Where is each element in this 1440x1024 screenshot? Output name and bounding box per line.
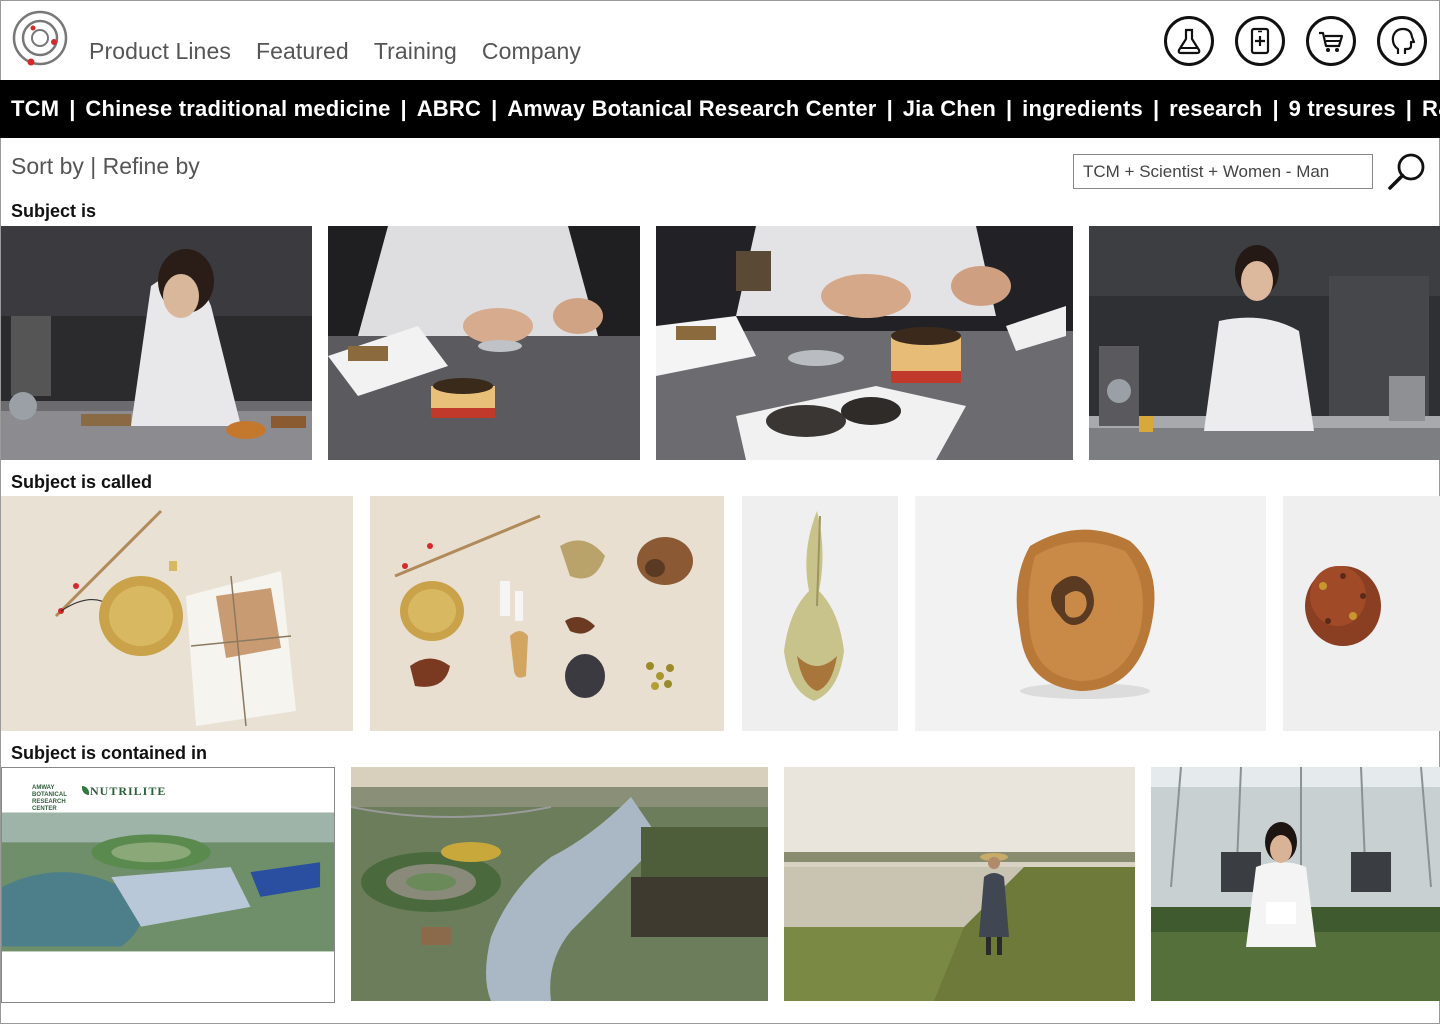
shopping-cart-icon[interactable] — [1306, 16, 1356, 66]
section-label-subject-is: Subject is — [11, 201, 97, 221]
search-icon[interactable] — [1385, 150, 1429, 194]
photo-herbs-on-paper[interactable] — [656, 226, 1073, 460]
tag-separator: | — [491, 96, 498, 121]
photo-scale-and-package[interactable] — [1, 496, 353, 731]
nav-company[interactable]: Company — [482, 38, 581, 65]
refine-by-link[interactable]: Refine by — [103, 153, 200, 179]
tag-chinese-traditional-medicine[interactable]: Chinese traditional medicine — [85, 96, 390, 122]
tag-9-tresures[interactable]: 9 tresures — [1289, 96, 1396, 122]
photo-mushroom-slice[interactable] — [915, 496, 1266, 731]
tag-separator: | — [1272, 96, 1279, 121]
photo-aerial-river-campus[interactable] — [351, 767, 768, 1001]
header-icons — [1164, 16, 1427, 66]
photo-hands-with-sample[interactable] — [328, 226, 640, 460]
logo-icon[interactable] — [11, 8, 71, 68]
main-nav: Product Lines Featured Training Company — [89, 38, 581, 65]
tag-separator: | — [1405, 96, 1412, 121]
profile-head-icon[interactable] — [1377, 16, 1427, 66]
tag-research[interactable]: research — [1169, 96, 1262, 122]
tag-ingredients[interactable]: ingredients — [1022, 96, 1143, 122]
nav-training[interactable]: Training — [374, 38, 457, 65]
photo-dried-flowers-pile[interactable] — [1283, 496, 1440, 731]
tablet-plus-icon[interactable] — [1235, 16, 1285, 66]
photo-farmer-by-river[interactable] — [784, 767, 1135, 1001]
photo-scientist-portrait[interactable] — [1089, 226, 1440, 460]
sort-divider: | — [90, 153, 97, 179]
tag-separator: | — [400, 96, 407, 121]
header: Product Lines Featured Training Company — [0, 0, 1440, 80]
tag-amway-botanical-research-center[interactable]: Amway Botanical Research Center — [507, 96, 876, 122]
tag-jia-chen[interactable]: Jia Chen — [903, 96, 996, 122]
nav-product-lines[interactable]: Product Lines — [89, 38, 231, 65]
photo-herb-collection[interactable] — [370, 496, 724, 731]
tag-separator: | — [69, 96, 76, 121]
tag-abrc[interactable]: ABRC — [417, 96, 481, 122]
keyword-tag-bar: TCM | Chinese traditional medicine | ABR… — [0, 80, 1440, 138]
tag-r-and-d[interactable]: R&D — [1422, 96, 1440, 122]
brochure-brand-text: NUTRILITE — [90, 784, 167, 798]
sort-by-link[interactable]: Sort by — [11, 153, 84, 179]
nav-featured[interactable]: Featured — [256, 38, 349, 65]
photo-dried-root[interactable] — [742, 496, 898, 731]
tag-tcm[interactable]: TCM — [11, 96, 59, 122]
flask-icon[interactable] — [1164, 16, 1214, 66]
section-label-subject-is-called: Subject is called — [11, 472, 153, 492]
tag-separator: | — [886, 96, 893, 121]
tag-separator: | — [1152, 96, 1160, 121]
search-input[interactable] — [1073, 154, 1373, 189]
photo-scientist-greenhouse[interactable] — [1151, 767, 1440, 1001]
photo-abrc-brochure[interactable]: AMWAY BOTANICAL RESEARCH CENTER NUTRILIT… — [1, 767, 335, 1003]
sort-refine-row: Sort by | Refine by — [11, 153, 200, 180]
photo-scientist-working[interactable] — [1, 226, 312, 460]
brochure-org-text: AMWAY BOTANICAL RESEARCH CENTER — [32, 785, 67, 812]
tag-separator: | — [1006, 96, 1013, 121]
section-label-subject-is-contained-in: Subject is contained in — [11, 743, 208, 763]
